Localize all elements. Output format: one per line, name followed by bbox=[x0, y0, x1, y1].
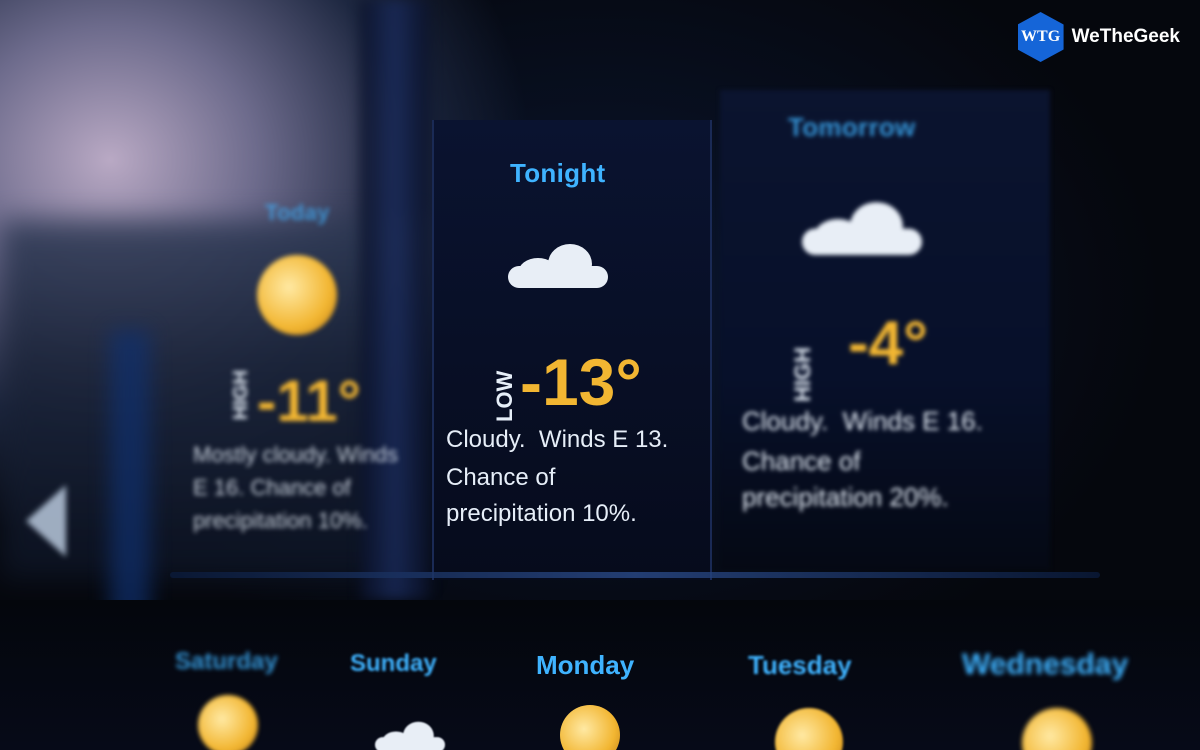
previous-arrow-icon[interactable] bbox=[26, 485, 66, 557]
weather-screen: Today HIGH -11° Mostly cloudy. Winds E 1… bbox=[0, 0, 1200, 750]
cloudy-icon bbox=[802, 195, 922, 255]
tonight-low-label: LOW bbox=[492, 370, 517, 422]
tomorrow-temp: -4° bbox=[848, 309, 928, 378]
tonight-panel[interactable]: Tonight LOW -13° Cloudy. Winds E 13. Cha… bbox=[432, 120, 712, 580]
day-tuesday[interactable]: Tuesday bbox=[748, 650, 852, 681]
week-strip: Saturday Sunday Monday Tuesday Wednesday bbox=[0, 600, 1200, 750]
tomorrow-desc-2: Chance of bbox=[742, 446, 861, 476]
tonight-temp: -13° bbox=[520, 345, 642, 419]
tomorrow-desc-3: precipitation 20%. bbox=[742, 482, 949, 512]
cloudy-icon bbox=[375, 718, 445, 750]
sunny-icon bbox=[198, 695, 258, 750]
brand-logo: WTG WeTheGeek bbox=[1017, 12, 1180, 62]
partly-sunny-icon bbox=[257, 255, 337, 335]
today-temp: -11° bbox=[257, 369, 361, 434]
tonight-title: Tonight bbox=[510, 158, 606, 188]
tonight-desc-2: Chance of bbox=[446, 464, 556, 491]
sunny-icon bbox=[775, 708, 843, 750]
today-title: Today bbox=[265, 200, 330, 225]
tonight-desc-3: precipitation 10%. bbox=[446, 500, 637, 527]
tonight-desc-1: Cloudy. Winds E 13. bbox=[446, 426, 669, 453]
tomorrow-title: Tomorrow bbox=[788, 112, 916, 142]
day-monday[interactable]: Monday bbox=[536, 650, 634, 681]
brand-badge-icon: WTG bbox=[1017, 12, 1064, 62]
day-wednesday[interactable]: Wednesday bbox=[962, 648, 1128, 682]
cloudy-icon bbox=[508, 238, 608, 288]
sunny-icon bbox=[1022, 708, 1092, 750]
tomorrow-desc-1: Cloudy. Winds E 16. bbox=[742, 406, 983, 436]
partly-sunny-icon bbox=[560, 705, 620, 750]
today-panel[interactable]: Today HIGH -11° Mostly cloudy. Winds E 1… bbox=[185, 180, 425, 575]
today-desc: Mostly cloudy. Winds E 16. Chance of pre… bbox=[193, 442, 398, 533]
brand-name: WeTheGeek bbox=[1071, 26, 1180, 47]
tomorrow-high-label: HIGH bbox=[790, 347, 815, 402]
day-saturday[interactable]: Saturday bbox=[175, 648, 278, 676]
day-sunday[interactable]: Sunday bbox=[350, 650, 437, 678]
today-high-label: HIGH bbox=[230, 370, 252, 420]
panel-divider bbox=[170, 572, 1100, 578]
tomorrow-panel[interactable]: Tomorrow HIGH -4° Cloudy. Winds E 16. Ch… bbox=[720, 90, 1050, 570]
